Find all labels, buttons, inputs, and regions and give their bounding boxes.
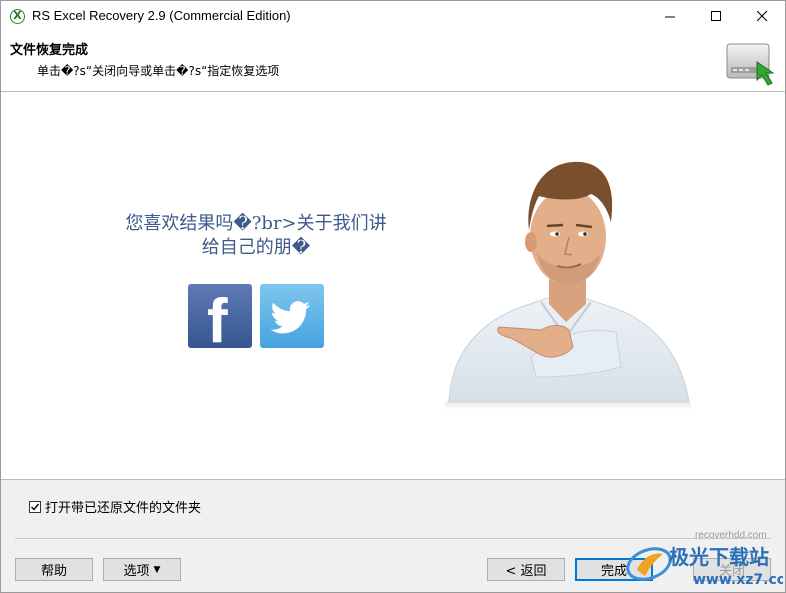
twitter-share-button[interactable] (260, 284, 324, 348)
facebook-icon: f (207, 287, 228, 348)
options-button[interactable]: 选项 ▼ (103, 558, 181, 581)
watermark-brand: 极光下载站 (669, 545, 769, 569)
open-folder-label: 打开带已还原文件的文件夹 (45, 501, 202, 516)
maximize-icon (710, 11, 721, 21)
twitter-icon (270, 301, 311, 334)
facebook-share-button[interactable]: f (188, 284, 252, 348)
share-prompt-line-1: 您喜欢结果吗�?br>关于我们讲 (125, 213, 387, 234)
back-button-label: < 返回 (505, 564, 547, 579)
person-pointing-image (445, 161, 691, 410)
wizard-header: 文件恢复完成 单击�?s“关闭向导或单击�?s“指定恢复选项 (1, 32, 785, 92)
title-bar: X RS Excel Recovery 2.9 (Commercial Edit… (1, 1, 785, 32)
app-window: X RS Excel Recovery 2.9 (Commercial Edit… (0, 0, 786, 593)
watermark-url: www.xz7.com (693, 572, 783, 588)
help-button-label: 帮助 (40, 564, 67, 579)
hard-drive-restore-icon (726, 43, 775, 86)
help-button[interactable]: 帮助 (15, 558, 93, 581)
open-folder-option[interactable]: 打开带已还原文件的文件夹 (29, 497, 201, 516)
window-title: RS Excel Recovery 2.9 (Commercial Editio… (32, 8, 291, 23)
minimize-button[interactable] (647, 1, 693, 32)
back-button[interactable]: < 返回 (487, 558, 565, 581)
minimize-icon (664, 16, 675, 18)
open-folder-checkbox[interactable] (29, 500, 41, 513)
page-subtitle: 单击�?s“关闭向导或单击�?s“指定恢复选项 (37, 64, 280, 78)
maximize-button[interactable] (693, 1, 739, 32)
content-panel: 您喜欢结果吗�?br>关于我们讲 给自己的朋� f (1, 92, 785, 480)
share-prompt: 您喜欢结果吗�?br>关于我们讲 给自己的朋� (101, 212, 411, 260)
caret-down-icon: ▼ (153, 564, 161, 575)
close-icon (756, 11, 767, 22)
share-prompt-line-2: 给自己的朋� (201, 237, 311, 258)
excel-recovery-app-icon: X (10, 9, 25, 24)
checkmark-icon (31, 503, 40, 511)
close-window-button[interactable] (739, 1, 785, 32)
options-button-label: 选项 (123, 564, 150, 579)
page-title: 文件恢复完成 (10, 43, 89, 58)
watermark-logo: 极光下载站 www.xz7.com (626, 545, 783, 588)
